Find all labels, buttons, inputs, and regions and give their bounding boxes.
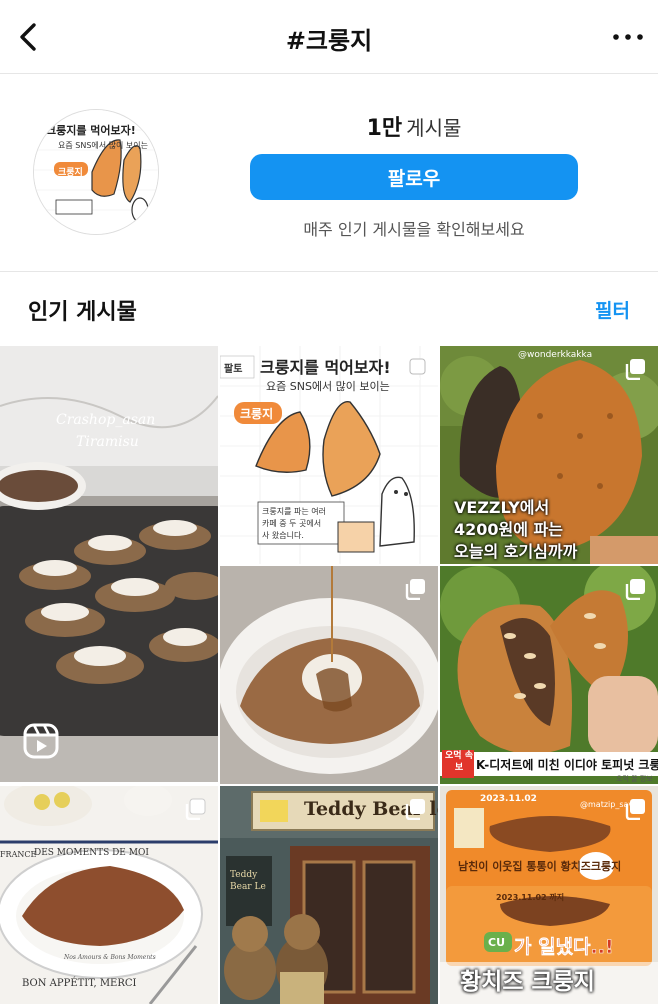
carousel-icon <box>404 358 426 381</box>
top-bar: #크룽지 <box>0 0 658 74</box>
post-credit: 오먹 꿀 정보 <box>616 775 653 783</box>
more-options-icon[interactable] <box>608 17 648 57</box>
post-caption-line: 남친이 이웃집 통통이 황치즈크룽지 <box>458 860 622 873</box>
avatar-title: 크룽지를 먹어보자! <box>46 124 136 137</box>
post-tile[interactable]: 팔토 크룽지를 먹어보자! 요즘 SNS에서 많이 보이는 크룽지 크룽지를 파… <box>220 346 438 564</box>
carousel-icon <box>624 578 646 601</box>
post-caption-line: Bear Le <box>230 882 266 892</box>
post-count-label: 게시물 <box>406 116 462 140</box>
post-caption-line: 요즘 SNS에서 많이 보이는 <box>266 380 390 393</box>
reels-icon <box>22 722 60 760</box>
avatar-subtitle: 요즘 SNS에서 많이 보이는 <box>58 141 149 150</box>
post-caption-line: 2023.11.02 <box>480 794 537 804</box>
post-caption-line: DES MOMENTS DE MOI <box>34 848 149 858</box>
post-caption-line: 크룽지를 먹어보자! <box>260 358 391 377</box>
post-note-line: 카페 중 두 곳에서 <box>262 519 322 528</box>
post-handle: @wonderkkakka <box>518 350 593 360</box>
post-note-line: 사 왔습니다. <box>262 531 304 540</box>
post-tile[interactable]: Teddy Bear le Teddy Bear Le <box>220 786 438 1004</box>
post-caption-line: 오늘의 호기심까까 <box>454 542 578 561</box>
carousel-icon <box>624 358 646 381</box>
post-badge: 오먹 속보 <box>445 751 473 773</box>
post-caption-line: CU <box>488 936 506 949</box>
post-count-value: 1만 <box>366 116 403 141</box>
post-caption-line: Teddy <box>230 870 258 880</box>
section-header: 인기 게시물 필터 <box>0 272 658 346</box>
post-badge: 팔토 <box>224 364 243 375</box>
post-tile[interactable]: DES MOMENTS DE MOI FRANCE Nos Amours & B… <box>0 786 218 1004</box>
post-caption-line: 가 일냈다..! <box>514 936 614 959</box>
hashtag-avatar[interactable]: 크룽지를 먹어보자! 요즘 SNS에서 많이 보이는 크룽지 <box>33 109 159 235</box>
filter-link[interactable]: 필터 <box>595 296 630 323</box>
page-title: #크룽지 <box>285 27 373 55</box>
weekly-popular-hint: 매주 인기 게시물을 확인해보세요 <box>303 220 525 239</box>
post-caption-line: K-디저트에 미친 이디야 토피넛 크룽지 <box>476 758 658 772</box>
carousel-icon <box>624 798 646 821</box>
post-caption-line: 황치즈 크룽지 <box>460 969 595 995</box>
post-caption-line: FRANCE <box>0 850 37 859</box>
carousel-icon <box>404 578 426 601</box>
post-tag: 크룽지 <box>240 407 274 421</box>
avatar-tag: 크룽지 <box>58 168 83 178</box>
post-caption-line: Tiramisu <box>76 434 139 450</box>
post-caption-line: Nos Amours & Bons Moments <box>64 954 156 961</box>
post-tile[interactable]: @matzip_save 2023.11.02 남친이 이웃집 통통이 황치즈크… <box>440 786 658 1004</box>
post-note-line: 크룽지를 파는 여러 <box>262 507 326 516</box>
post-tile[interactable]: 오먹 속보 K-디저트에 미친 이디야 토피넛 크룽지 오먹 꿀 정보 <box>440 566 658 784</box>
post-tile[interactable] <box>220 566 438 784</box>
carousel-icon <box>404 798 426 821</box>
post-caption-line: BON APPÉTIT, MERCI <box>22 978 137 989</box>
post-tile[interactable]: @wonderkkakka VEZZLY에서 4200원에 파는 오늘의 호기심… <box>440 346 658 564</box>
post-count: 1만 게시물 <box>250 110 578 142</box>
popular-posts-title: 인기 게시물 <box>28 300 137 325</box>
carousel-icon <box>184 798 206 821</box>
post-caption-line: 2023.11.02 까지 <box>496 893 565 902</box>
post-caption-line: VEZZLY에서 <box>454 498 550 517</box>
post-tile[interactable]: Crashop_asan Tiramisu <box>0 346 218 782</box>
post-caption-line: Crashop_asan <box>56 412 156 428</box>
follow-button[interactable]: 팔로우 <box>250 154 578 200</box>
post-caption-line: 4200원에 파는 <box>454 520 563 539</box>
hashtag-header: 크룽지를 먹어보자! 요즘 SNS에서 많이 보이는 크룽지 1만 게시물 팔로우… <box>0 74 658 272</box>
